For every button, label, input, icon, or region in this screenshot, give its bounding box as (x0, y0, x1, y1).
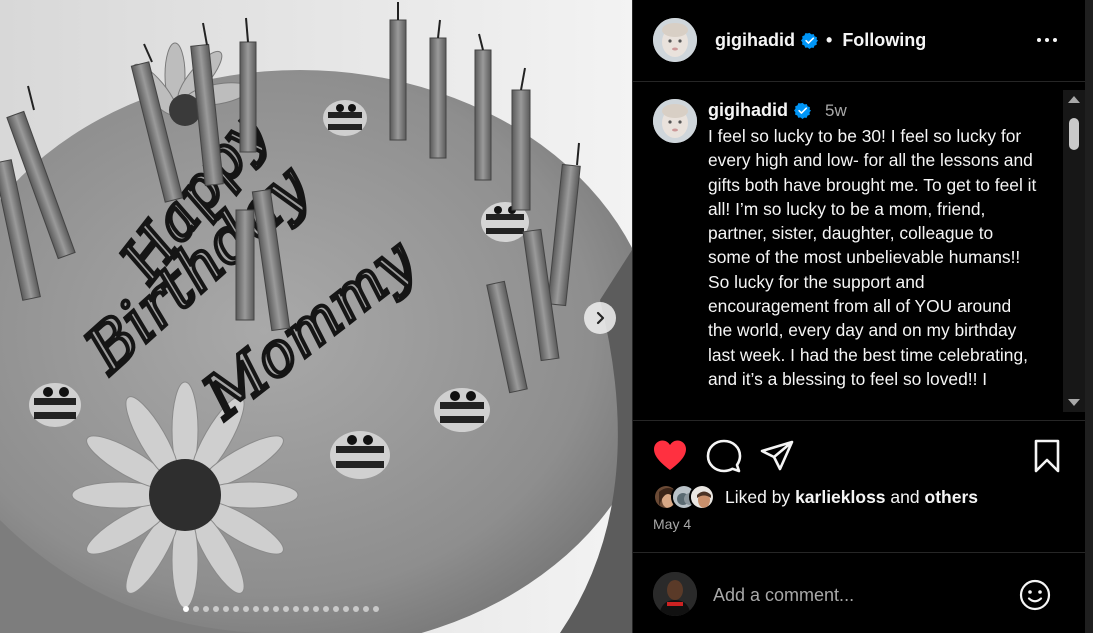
post-date[interactable]: May 4 (653, 516, 691, 532)
viewer-avatar (653, 572, 697, 616)
like-button[interactable] (652, 438, 688, 474)
carousel-dot (323, 606, 329, 612)
following-button[interactable]: Following (842, 30, 926, 51)
caption-text: I feel so lucky to be 30! I feel so luck… (708, 126, 1037, 389)
verified-badge-icon (801, 32, 818, 49)
chevron-right-icon (596, 311, 605, 325)
emoji-picker-button[interactable] (1019, 579, 1051, 611)
carousel-dot (303, 606, 309, 612)
carousel-dot (373, 606, 379, 612)
share-icon (760, 440, 794, 471)
next-slide-button[interactable] (584, 302, 616, 334)
caption-section: gigihadid 5w I feel so lucky to be 30! I… (633, 83, 1063, 420)
caption-username[interactable]: gigihadid (708, 100, 788, 121)
save-button[interactable] (1029, 438, 1065, 474)
scroll-down-arrow-icon[interactable] (1068, 399, 1080, 406)
liked-by-others-link[interactable]: others (925, 487, 978, 507)
carousel-dot (313, 606, 319, 612)
comment-button[interactable] (706, 438, 742, 474)
caption-author-avatar[interactable] (653, 99, 697, 143)
post-header: gigihadid • Following (633, 0, 1085, 82)
emoji-icon (1019, 579, 1051, 611)
carousel-dot (283, 606, 289, 612)
carousel-dot (193, 606, 199, 612)
liked-by-prefix: Liked by (725, 486, 791, 507)
carousel-dot (223, 606, 229, 612)
carousel-dot (263, 606, 269, 612)
header-separator: • (826, 30, 833, 50)
carousel-dot (233, 606, 239, 612)
carousel-dot (363, 606, 369, 612)
carousel-dot (253, 606, 259, 612)
window-edge (1085, 0, 1093, 633)
carousel-indicator (183, 606, 379, 612)
comment-icon (706, 439, 742, 473)
carousel-dot (273, 606, 279, 612)
post-time[interactable]: 5w (825, 101, 847, 121)
share-button[interactable] (759, 438, 795, 474)
author-username[interactable]: gigihadid (715, 30, 795, 51)
liked-by-and: and (890, 486, 920, 507)
liker-avatar (689, 484, 715, 510)
verified-badge-icon (794, 102, 811, 119)
bookmark-icon (1034, 439, 1060, 473)
post-photo: Happy Birthday Mommy (0, 0, 632, 633)
liked-by-user-link[interactable]: karliekloss (795, 487, 885, 507)
author-avatar[interactable] (653, 18, 697, 62)
more-options-icon[interactable] (1034, 29, 1060, 51)
carousel-dot (213, 606, 219, 612)
carousel-dot (333, 606, 339, 612)
carousel-dot (343, 606, 349, 612)
likes-summary[interactable]: Liked by karliekloss and others (653, 483, 978, 511)
carousel-dot (183, 606, 189, 612)
carousel-dot (243, 606, 249, 612)
carousel-dot (203, 606, 209, 612)
post-media[interactable]: Happy Birthday Mommy (0, 0, 632, 633)
caption-scrollbar[interactable] (1063, 90, 1085, 412)
comment-input[interactable] (713, 582, 1013, 608)
heart-icon (654, 440, 686, 470)
carousel-dot (353, 606, 359, 612)
actions-divider (633, 420, 1085, 421)
carousel-dot (293, 606, 299, 612)
post-sidebar: gigihadid • Following gigihadid 5w I fee… (633, 0, 1093, 633)
scrollbar-thumb[interactable] (1069, 118, 1079, 150)
scroll-up-arrow-icon[interactable] (1068, 96, 1080, 103)
comment-divider (633, 552, 1085, 553)
